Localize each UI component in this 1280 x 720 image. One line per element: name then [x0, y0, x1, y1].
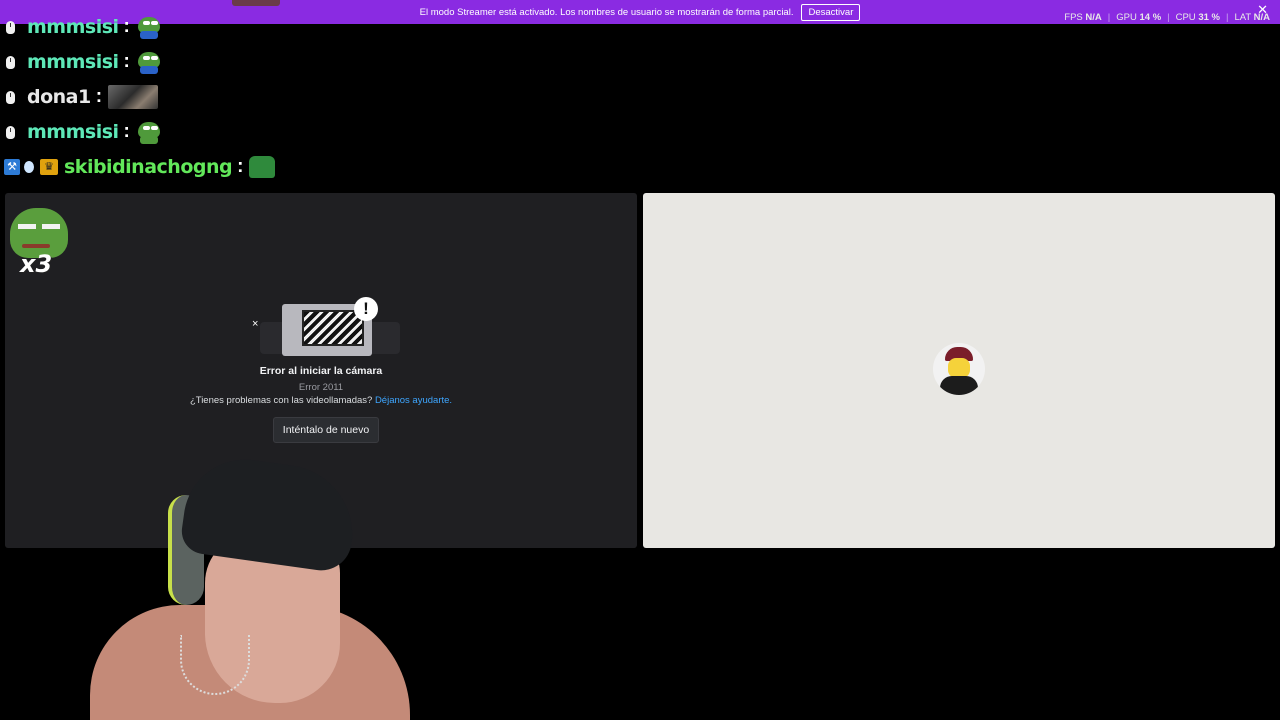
retry-button[interactable]: Inténtalo de nuevo: [273, 417, 379, 443]
banner-message: El modo Streamer está activado. Los nomb…: [419, 6, 794, 18]
pepe-icon: [136, 15, 162, 39]
help-text: ¿Tienes problemas con las videollamadas?: [189, 395, 373, 406]
camera-error-illustration: × !: [252, 296, 402, 356]
chat-username: dona1: [27, 86, 91, 108]
chat-message: mmmsisi :: [6, 12, 162, 42]
error-title: Error al iniciar la cámara: [259, 365, 383, 377]
performance-stats: FPS N/A | GPU 14 % | CPU 31 % | LAT N/A: [1064, 12, 1270, 23]
pepe-icon: [136, 50, 162, 74]
gpu-stat: GPU 14 %: [1116, 12, 1162, 23]
chat-colon: :: [123, 121, 130, 142]
chat-username: skibidinachogng: [64, 156, 233, 178]
mouse-icon: [6, 55, 15, 69]
chat-colon: :: [123, 16, 130, 37]
error-help: ¿Tienes problemas con las videollamadas?…: [5, 395, 637, 406]
hammer-badge-icon: ⚒: [4, 159, 20, 175]
chat-colon: :: [123, 51, 130, 72]
chat-username: mmmsisi: [27, 16, 119, 38]
pepe-icon: [136, 120, 162, 144]
chat-message: dona1 :: [6, 82, 159, 112]
error-code: Error 2011: [298, 382, 344, 393]
lat-stat: LAT N/A: [1234, 12, 1270, 23]
avatar-icon[interactable]: [933, 343, 985, 395]
participant-panel[interactable]: [643, 193, 1275, 548]
chat-message: mmmsisi :: [6, 47, 162, 77]
fps-stat: FPS N/A: [1064, 12, 1102, 23]
mouse-icon: [6, 90, 15, 104]
deactivate-button[interactable]: Desactivar: [801, 3, 861, 21]
chat-colon: :: [237, 156, 244, 177]
photo-emote: [108, 85, 159, 109]
help-link[interactable]: Déjanos ayudarte.: [375, 395, 452, 406]
stat-divider: |: [1107, 12, 1111, 23]
chat-username: mmmsisi: [27, 51, 119, 73]
mouse-icon: [6, 20, 15, 34]
stat-divider: |: [1167, 12, 1170, 23]
alert-icon: !: [354, 297, 378, 321]
drop-badge-icon: [24, 161, 34, 173]
chat-colon: :: [95, 86, 103, 107]
top-thumbnail: [232, 0, 280, 6]
green-emote: [249, 156, 276, 178]
stat-divider: |: [1225, 12, 1229, 23]
chat-message: ⚒ ♛ skibidinachogng :: [4, 152, 276, 182]
mouse-icon: [6, 125, 15, 139]
cpu-stat: CPU 31 %: [1175, 12, 1220, 23]
pepe-sad-icon: x3: [8, 206, 70, 278]
chat-username: mmmsisi: [27, 121, 119, 143]
webcam-overlay: [90, 451, 420, 720]
chat-message: mmmsisi :: [6, 117, 162, 147]
emote-multiplier: x3: [20, 250, 53, 278]
crown-badge-icon: ♛: [40, 159, 58, 175]
close-icon: ×: [252, 318, 259, 330]
